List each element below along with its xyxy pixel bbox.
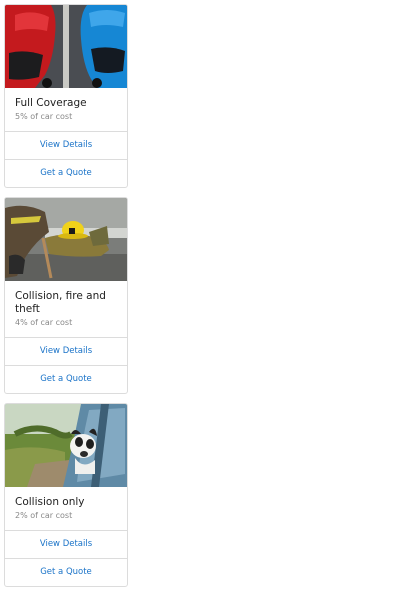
view-details-button[interactable]: View Details (5, 337, 127, 365)
card-collision-fire-theft: Collision, fire and theft 4% of car cost… (4, 197, 128, 394)
card-full-coverage: Full Coverage 5% of car cost View Detail… (4, 4, 128, 188)
card-collision-only: Collision only 2% of car cost View Detai… (4, 403, 128, 587)
card-subtitle: 5% of car cost (15, 112, 73, 121)
get-a-quote-button[interactable]: Get a Quote (5, 558, 127, 586)
card-body: Full Coverage 5% of car cost (5, 88, 127, 131)
card-title: Collision, fire and theft (15, 290, 106, 315)
card-image-cars (5, 5, 127, 88)
card-title: Collision only (15, 496, 85, 508)
page: Full Coverage 5% of car cost View Detail… (0, 0, 409, 590)
card-subtitle: 2% of car cost (15, 511, 73, 520)
card-title: Full Coverage (15, 97, 87, 109)
card-subtitle: 4% of car cost (15, 318, 73, 327)
get-a-quote-button[interactable]: Get a Quote (5, 159, 127, 187)
view-details-button[interactable]: View Details (5, 131, 127, 159)
card-body: Collision only 2% of car cost (5, 487, 127, 530)
card-image-dog (5, 404, 127, 487)
card-image-firefighter (5, 198, 127, 281)
card-body: Collision, fire and theft 4% of car cost (5, 281, 127, 337)
view-details-button[interactable]: View Details (5, 530, 127, 558)
get-a-quote-button[interactable]: Get a Quote (5, 365, 127, 393)
